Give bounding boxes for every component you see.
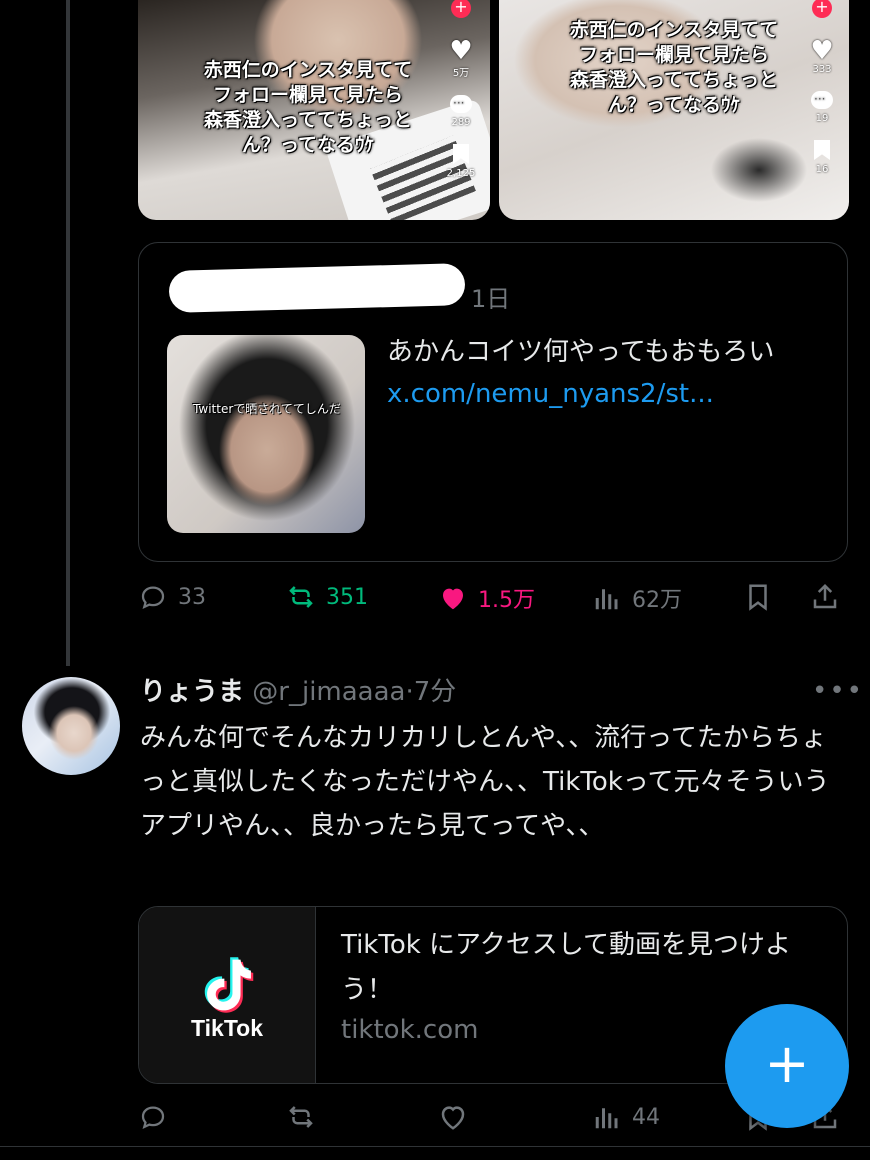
quoted-tweet-image[interactable]: Twitterで晒されててしんだ [167, 335, 365, 533]
reply-button[interactable] [138, 1102, 178, 1132]
bookmark-button[interactable] [743, 582, 783, 612]
video-caption: 赤西仁のインスタ見てて フォロー欄見て見たら 森香澄入っててちょっと ん？ってな… [569, 19, 779, 116]
bar-chart-icon [595, 589, 618, 610]
reply-button[interactable]: 33 [138, 582, 206, 612]
heart-filled-icon [443, 588, 463, 610]
timestamp[interactable]: 7分 [414, 677, 457, 707]
retweet-button[interactable]: 351 [286, 582, 368, 612]
bookmark-icon [749, 584, 767, 611]
video-thumbnail-1[interactable]: 赤西仁のインスタ見てて フォロー欄見て見たら 森香澄入っててちょっと ん？ってな… [138, 0, 490, 220]
quoted-image-caption: Twitterで晒されててしんだ [193, 402, 341, 416]
video-caption: 赤西仁のインスタ見てて フォロー欄見て見たら 森香澄入っててちょっと ん？ってな… [203, 59, 413, 156]
like-button[interactable]: 1.5万 [438, 582, 535, 614]
bookmark-icon [814, 140, 830, 160]
video-stats: ♥ 333 19 16 [802, 38, 842, 175]
like-button[interactable] [438, 1102, 478, 1132]
comment-icon [450, 95, 472, 113]
avatar[interactable] [22, 677, 120, 775]
retweet-button[interactable] [286, 1102, 326, 1132]
video-comments: 289 [451, 117, 471, 128]
redacted-author [168, 263, 466, 313]
tiktok-note-icon [204, 957, 254, 1013]
views-button[interactable]: 62万 [592, 582, 682, 614]
handle[interactable]: @r_jimaaaa [252, 677, 405, 707]
link-card-domain: tiktok.com [341, 1015, 479, 1045]
follow-plus-icon: + [451, 0, 471, 18]
comment-icon [811, 91, 833, 109]
views-button[interactable]: 44 [592, 1102, 660, 1132]
video-likes: 5万 [452, 68, 470, 79]
video-thumbnail-2[interactable]: 赤西仁のインスタ見てて フォロー欄見て見たら 森香澄入っててちょっと ん？ってな… [499, 0, 849, 220]
video-comments: 19 [815, 113, 829, 124]
heart-icon [441, 1106, 465, 1130]
quoted-tweet-card[interactable]: 1日 Twitterで晒されててしんだ あかんコイツ何やってもおもろい x.co… [138, 242, 848, 562]
video-stats: ♥ 5万 289 2,125 [441, 38, 481, 179]
share-icon [813, 583, 837, 609]
share-button[interactable] [810, 582, 850, 612]
tiktok-wordmark: TikTok [191, 1015, 263, 1041]
display-name[interactable]: りょうま [140, 677, 244, 707]
follow-plus-icon: + [812, 0, 832, 18]
thread-line [66, 0, 70, 666]
video-saves: 2,125 [446, 168, 476, 179]
more-options-icon[interactable]: ••• [812, 676, 864, 706]
comment-icon [141, 1106, 165, 1130]
video-likes: 333 [812, 64, 832, 75]
link-card-title: TikTok にアクセスして動画を見つけよう！ [341, 930, 791, 1005]
bookmark-icon [453, 144, 469, 164]
comment-icon [141, 586, 165, 610]
compose-button[interactable]: + [725, 1004, 849, 1128]
video-saves: 16 [815, 164, 829, 175]
tweet-action-bar: 33 351 1.5万 62万 [138, 582, 850, 622]
quoted-tweet-text: あかんコイツ何やってもおもろい x.com/nemu_nyans2/st... [387, 337, 775, 409]
quoted-tweet-link[interactable]: x.com/nemu_nyans2/st... [387, 379, 714, 409]
quoted-tweet-time: 1日 [471, 285, 511, 313]
tiktok-logo: TikTok [139, 907, 316, 1083]
retweet-icon [289, 586, 313, 608]
reply-text: みんな何でそんなカリカリしとんや、、流行ってたからちょっと真似したくなっただけや… [140, 723, 830, 841]
heart-icon: ♥ [449, 36, 473, 66]
divider [0, 1146, 870, 1147]
retweet-icon [289, 1106, 313, 1128]
reply-header: りょうま @r_jimaaaa·7分 [140, 677, 457, 707]
heart-icon: ♥ [810, 36, 834, 66]
bar-chart-icon [595, 1108, 618, 1129]
